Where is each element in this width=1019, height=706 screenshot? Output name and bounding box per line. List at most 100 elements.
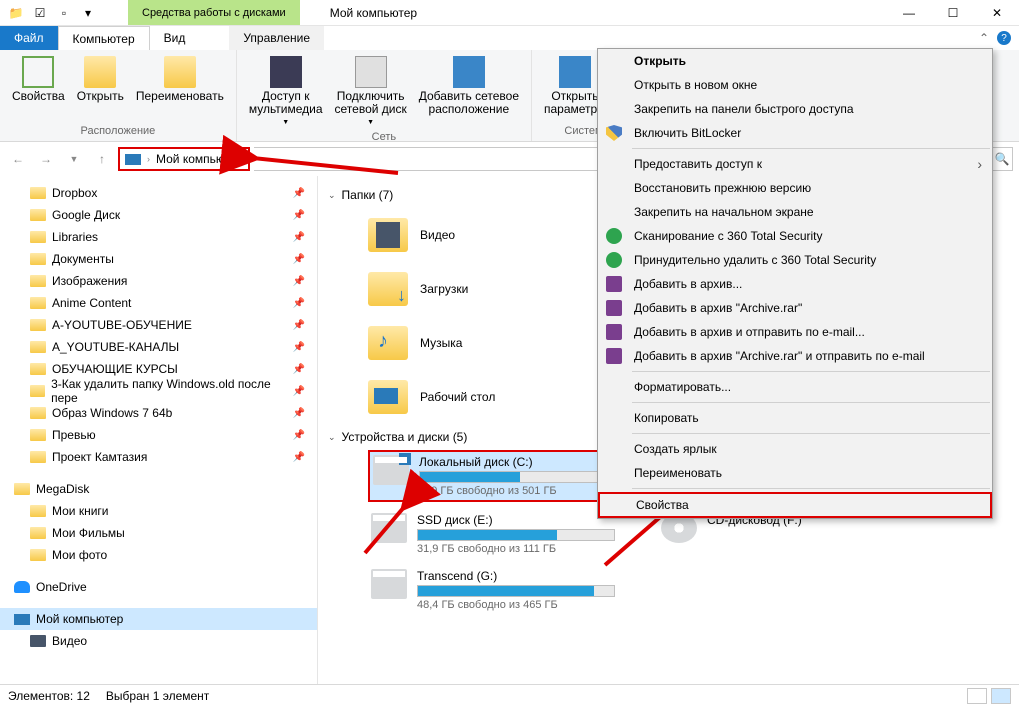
pin-icon: 📌 bbox=[293, 342, 305, 353]
search-box[interactable]: 🔍 bbox=[991, 147, 1013, 171]
tree-item[interactable]: Dropbox📌 bbox=[0, 182, 317, 204]
nav-up-button[interactable]: ↑ bbox=[90, 147, 114, 171]
winrar-icon bbox=[606, 300, 622, 316]
chevron-down-icon: ⌄ bbox=[328, 190, 336, 201]
drive-item[interactable]: Transcend (G:)48,4 ГБ свободно из 465 ГБ bbox=[368, 566, 618, 614]
ribbon-properties-button[interactable]: Свойства bbox=[6, 52, 71, 105]
ctx-shortcut[interactable]: Создать ярлык bbox=[598, 437, 992, 461]
ribbon-tabs: Файл Компьютер Вид Управление ⌃ ? bbox=[0, 26, 1019, 50]
help-icon[interactable]: ? bbox=[997, 31, 1011, 45]
pin-icon: 📌 bbox=[293, 232, 305, 243]
ribbon-mapdrive-button[interactable]: Подключить сетевой диск▼ bbox=[329, 52, 413, 131]
tree-item-label: Образ Windows 7 64b bbox=[52, 406, 172, 420]
separator bbox=[632, 488, 990, 489]
folder-icon bbox=[30, 527, 46, 539]
settings-icon bbox=[559, 56, 591, 88]
ctx-share[interactable]: Предоставить доступ к bbox=[598, 152, 992, 176]
tree-item[interactable]: Libraries📌 bbox=[0, 226, 317, 248]
tree-item[interactable]: Превью📌 bbox=[0, 424, 317, 446]
pin-icon: 📌 bbox=[293, 386, 305, 397]
tree-item[interactable]: Документы📌 bbox=[0, 248, 317, 270]
folder-icon bbox=[30, 297, 46, 309]
tree-photos[interactable]: Мои фото bbox=[0, 544, 317, 566]
tree-item[interactable]: A_YOUTUBE-КАНАЛЫ📌 bbox=[0, 336, 317, 358]
ctx-delete360[interactable]: Принудительно удалить с 360 Total Securi… bbox=[598, 248, 992, 272]
tree-item[interactable]: Изображения📌 bbox=[0, 270, 317, 292]
nav-history-button[interactable]: ▼ bbox=[62, 147, 86, 171]
ctx-rar-named[interactable]: Добавить в архив "Archive.rar" bbox=[598, 296, 992, 320]
chevron-right-icon: › bbox=[147, 154, 150, 164]
netdrive-icon bbox=[355, 56, 387, 88]
folder-icon bbox=[30, 341, 46, 353]
nav-forward-button[interactable]: → bbox=[34, 147, 58, 171]
ctx-format[interactable]: Форматировать... bbox=[598, 375, 992, 399]
ribbon-media-button[interactable]: Доступ к мультимедиа▼ bbox=[243, 52, 329, 131]
breadcrumb-root[interactable]: Мой компьютер bbox=[156, 152, 243, 166]
ctx-copy[interactable]: Копировать bbox=[598, 406, 992, 430]
folder-icon bbox=[30, 505, 46, 517]
tree-item[interactable]: Google Диск📌 bbox=[0, 204, 317, 226]
ribbon-open-button[interactable]: Открыть bbox=[71, 52, 130, 105]
folder-icon bbox=[30, 253, 46, 265]
ribbon-addnet-button[interactable]: Добавить сетевое расположение bbox=[413, 52, 525, 118]
maximize-button[interactable]: ☐ bbox=[931, 0, 975, 26]
tree-item[interactable]: 3-Как удалить папку Windows.old после пе… bbox=[0, 380, 317, 402]
rename-icon bbox=[164, 56, 196, 88]
tab-manage[interactable]: Управление bbox=[229, 26, 324, 50]
ctx-rar-mail[interactable]: Добавить в архив и отправить по e-mail..… bbox=[598, 320, 992, 344]
qat-new-icon[interactable]: ▫ bbox=[54, 3, 74, 23]
ctx-restore[interactable]: Восстановить прежнюю версию bbox=[598, 176, 992, 200]
tree-item[interactable]: A-YOUTUBE-ОБУЧЕНИЕ📌 bbox=[0, 314, 317, 336]
tab-computer[interactable]: Компьютер bbox=[58, 26, 150, 50]
qat-dropdown-icon[interactable]: ▾ bbox=[78, 3, 98, 23]
ribbon-rename-button[interactable]: Переименовать bbox=[130, 52, 230, 105]
folder-icon bbox=[30, 319, 46, 331]
ctx-rename[interactable]: Переименовать bbox=[598, 461, 992, 485]
tree-item[interactable]: Проект Камтазия📌 bbox=[0, 446, 317, 468]
folder-icon bbox=[30, 231, 46, 243]
minimize-button[interactable]: — bbox=[887, 0, 931, 26]
group-location-label: Расположение bbox=[81, 125, 156, 139]
scan-icon bbox=[606, 228, 622, 244]
tree-item[interactable]: Anime Content📌 bbox=[0, 292, 317, 314]
pin-icon: 📌 bbox=[293, 210, 305, 221]
folder-icon bbox=[30, 187, 46, 199]
close-button[interactable]: ✕ bbox=[975, 0, 1019, 26]
ctx-rar-add[interactable]: Добавить в архив... bbox=[598, 272, 992, 296]
view-large-button[interactable] bbox=[991, 688, 1011, 704]
ctx-rar-named-mail[interactable]: Добавить в архив "Archive.rar" и отправи… bbox=[598, 344, 992, 368]
winrar-icon bbox=[606, 348, 622, 364]
separator bbox=[632, 148, 990, 149]
ctx-scan[interactable]: Сканирование с 360 Total Security bbox=[598, 224, 992, 248]
pin-icon: 📌 bbox=[293, 364, 305, 375]
ctx-pin-quick[interactable]: Закрепить на панели быстрого доступа bbox=[598, 97, 992, 121]
scan-icon bbox=[606, 252, 622, 268]
tree-megadisk[interactable]: MegaDisk bbox=[0, 478, 317, 500]
status-count: Элементов: 12 bbox=[8, 689, 90, 703]
tree-films[interactable]: Мои Фильмы bbox=[0, 522, 317, 544]
ctx-open-new[interactable]: Открыть в новом окне bbox=[598, 73, 992, 97]
view-details-button[interactable] bbox=[967, 688, 987, 704]
tab-file[interactable]: Файл bbox=[0, 26, 58, 50]
tree-this-pc[interactable]: Мой компьютер bbox=[0, 608, 317, 630]
folder-icon bbox=[14, 483, 30, 495]
context-tab-label: Средства работы с дисками bbox=[128, 0, 300, 25]
drive-item[interactable]: SSD диск (E:)31,9 ГБ свободно из 111 ГБ bbox=[368, 510, 618, 558]
ctx-bitlocker[interactable]: Включить BitLocker bbox=[598, 121, 992, 145]
ctx-open[interactable]: Открыть bbox=[598, 49, 992, 73]
ribbon-collapse-icon[interactable]: ⌃ bbox=[979, 31, 989, 45]
tree-onedrive[interactable]: OneDrive bbox=[0, 576, 317, 598]
drive-item[interactable]: Локальный диск (C:)239 ГБ свободно из 50… bbox=[368, 450, 618, 502]
media-icon bbox=[270, 56, 302, 88]
nav-back-button[interactable]: ← bbox=[6, 147, 30, 171]
tree-item-label: Превью bbox=[52, 428, 96, 442]
ctx-pin-start[interactable]: Закрепить на начальном экране bbox=[598, 200, 992, 224]
qat-properties-icon[interactable]: ☑ bbox=[30, 3, 50, 23]
ctx-properties[interactable]: Свойства bbox=[598, 492, 992, 518]
tree-item[interactable]: Образ Windows 7 64b📌 bbox=[0, 402, 317, 424]
pin-icon: 📌 bbox=[293, 452, 305, 463]
tree-books[interactable]: Мои книги bbox=[0, 500, 317, 522]
tree-video[interactable]: Видео bbox=[0, 630, 317, 652]
tab-view[interactable]: Вид bbox=[150, 26, 200, 50]
address-bar[interactable]: › Мой компьютер bbox=[118, 147, 250, 171]
